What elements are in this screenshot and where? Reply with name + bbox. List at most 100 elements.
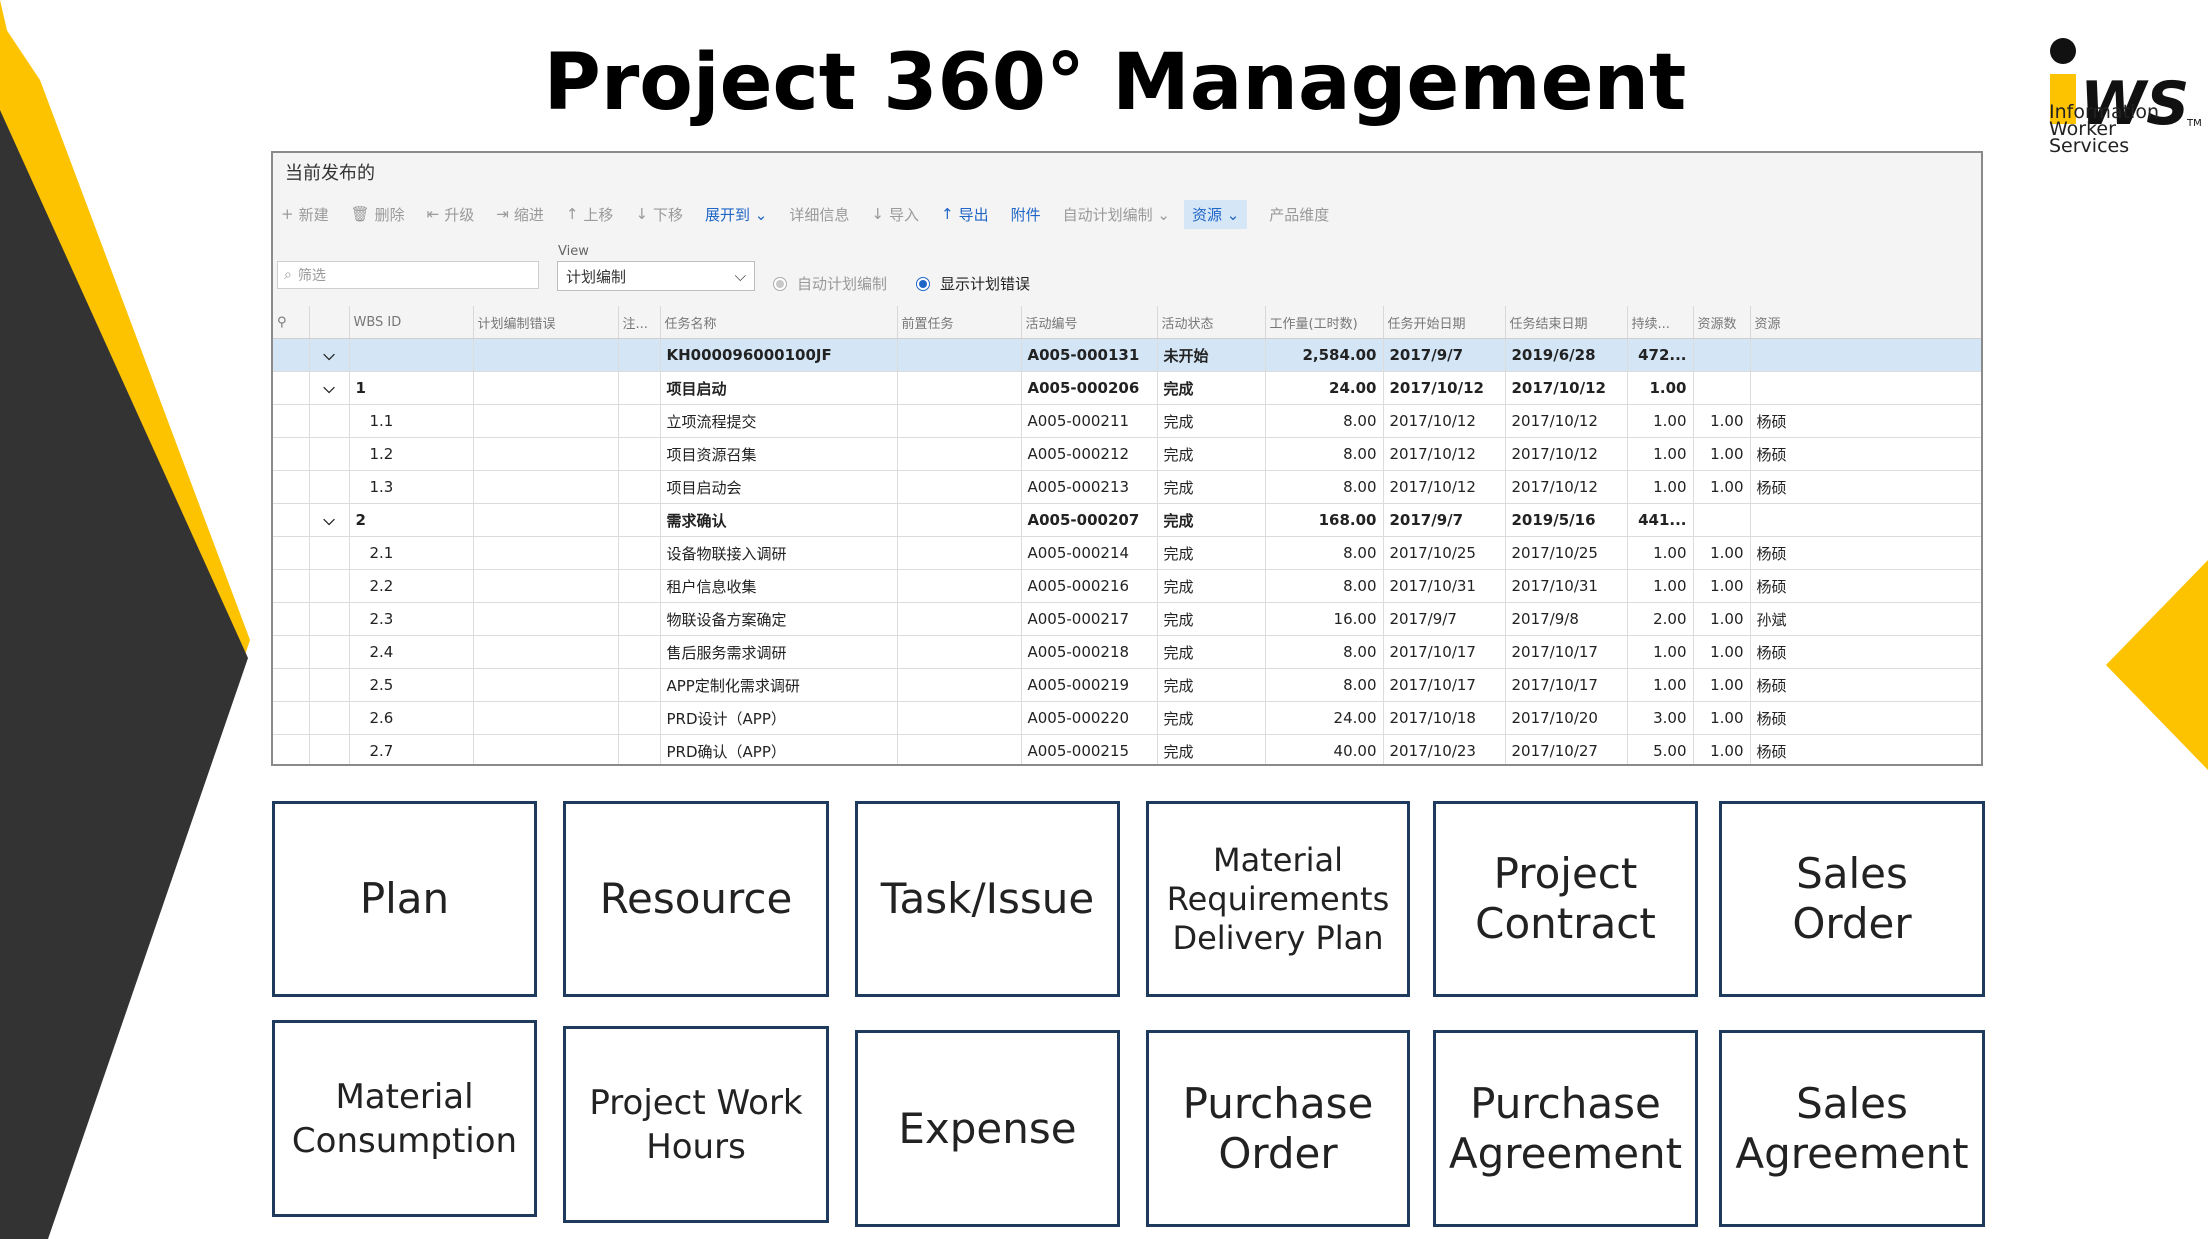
radio-auto-plan-dot — [773, 276, 787, 291]
cell-note — [618, 569, 661, 603]
toolbar-button-label: 升级 — [444, 205, 475, 224]
col-header-effort[interactable]: 工作量(工时数) — [1265, 306, 1384, 339]
cell-duration: 5.00 — [1627, 734, 1694, 764]
col-header-note[interactable]: 注... — [618, 306, 661, 339]
col-header-duration[interactable]: 持续... — [1627, 306, 1694, 339]
col-header-status[interactable]: 活动状态 — [1157, 306, 1266, 339]
table-row[interactable]: 2.5 APP定制化需求调研 A005-000219 完成 8.00 2017/10/17… — [273, 668, 1981, 702]
module-card-plan[interactable]: Plan — [272, 801, 537, 997]
logo-tm: TM — [2186, 118, 2202, 129]
toolbar-button-4[interactable]: ↑ 上移 — [566, 204, 614, 225]
table-row[interactable]: ⌵ 1 项目启动 A005-000206 完成 24.00 2017/10/12 2017/1… — [273, 371, 1981, 405]
expand-toggle — [309, 602, 350, 636]
col-header-expand[interactable] — [309, 306, 350, 339]
row-select-cell — [273, 602, 310, 636]
cell-status: 完成 — [1157, 635, 1266, 669]
module-card-project-work-hours[interactable]: Project Work Hours — [563, 1026, 829, 1223]
toolbar-button-10[interactable]: 附件 — [1011, 204, 1041, 225]
cell-start: 2017/10/31 — [1383, 569, 1506, 603]
filter-placeholder: 筛选 — [297, 268, 326, 284]
table-row[interactable]: 2.3 物联设备方案确定 A005-000217 完成 16.00 2017/9/7 201… — [273, 602, 1981, 636]
module-card-sales-agreement[interactable]: Sales Agreement — [1719, 1030, 1985, 1227]
expand-toggle[interactable]: ⌵ — [309, 503, 350, 537]
cell-task-name: 租户信息收集 — [660, 569, 898, 603]
cell-duration: 3.00 — [1627, 701, 1694, 735]
module-card-task-issue[interactable]: Task/Issue — [855, 801, 1120, 997]
cell-predecessor — [897, 404, 1022, 438]
toolbar-button-11[interactable]: 自动计划编制 ⌄ — [1063, 204, 1170, 225]
table-row[interactable]: 2.7 PRD确认（APP） A005-000215 完成 40.00 2017/10/2… — [273, 734, 1981, 764]
toolbar-button-7[interactable]: 详细信息 — [789, 204, 849, 225]
col-header-start[interactable]: 任务开始日期 — [1383, 306, 1506, 339]
logo-text: Information Worker Services — [2049, 103, 2159, 156]
module-card-project-contract[interactable]: Project Contract — [1433, 801, 1698, 997]
view-select[interactable]: 计划编制 ⌵ — [557, 261, 755, 291]
table-row[interactable]: 2.4 售后服务需求调研 A005-000218 完成 8.00 2017/10/17 20… — [273, 635, 1981, 669]
filter-input[interactable]: ⌕ 筛选 — [277, 261, 539, 289]
grid-header-row: ⚲ WBS ID 计划编制错误 注... 任务名称 前置任务 活动编号 活动状态… — [273, 306, 1981, 339]
trash-icon: 🗑 — [350, 205, 370, 223]
table-row[interactable]: 2.1 设备物联接入调研 A005-000214 完成 8.00 2017/10/25 20… — [273, 536, 1981, 570]
toolbar-button-6[interactable]: 展开到 ⌄ — [705, 204, 767, 225]
module-card-sales-order[interactable]: Sales Order — [1719, 801, 1985, 997]
toolbar-button-9[interactable]: ↑ 导出 — [941, 204, 989, 225]
cell-note — [618, 734, 661, 764]
cell-start: 2017/9/7 — [1383, 602, 1506, 636]
table-row[interactable]: 1.1 立项流程提交 A005-000211 完成 8.00 2017/10/12 2017… — [273, 404, 1981, 438]
module-card-purchase-agreement[interactable]: Purchase Agreement — [1433, 1030, 1698, 1227]
col-header-resource[interactable]: 资源 — [1750, 306, 1981, 339]
module-card-label: Material Consumption — [292, 1075, 517, 1163]
toolbar-button-12[interactable]: 资源 ⌄ — [1183, 199, 1248, 229]
toolbar-button-1[interactable]: 🗑 删除 — [351, 204, 405, 225]
cell-wbs: 2.2 — [349, 569, 474, 603]
cell-wbs: 2.6 — [349, 701, 474, 735]
cell-start: 2017/10/18 — [1383, 701, 1506, 735]
table-row[interactable]: 2.6 PRD设计（APP） A005-000220 完成 24.00 2017/10/1… — [273, 701, 1981, 735]
table-row[interactable]: ⌵ 2 需求确认 A005-000207 完成 168.00 2017/9/7 2019/5/… — [273, 503, 1981, 537]
cell-status: 完成 — [1157, 470, 1266, 504]
cell-resource-count — [1693, 503, 1751, 537]
table-row[interactable]: 1.2 项目资源召集 A005-000212 完成 8.00 2017/10/12 2017… — [273, 437, 1981, 471]
expand-toggle[interactable]: ⌵ — [309, 371, 350, 405]
cell-resource-count — [1693, 338, 1751, 372]
cell-task-name: 设备物联接入调研 — [660, 536, 898, 570]
toolbar-button-2[interactable]: ⇤ 升级 — [427, 204, 475, 225]
table-row[interactable]: 1.3 项目启动会 A005-000213 完成 8.00 2017/10/12 2017/… — [273, 470, 1981, 504]
radio-auto-plan[interactable]: 自动计划编制 — [773, 273, 887, 294]
col-header-icon[interactable]: ⚲ — [273, 306, 310, 339]
col-header-plan-error[interactable]: 计划编制错误 — [473, 306, 619, 339]
module-card-expense[interactable]: Expense — [855, 1030, 1120, 1227]
cell-note — [618, 635, 661, 669]
col-header-wbs[interactable]: WBS ID — [349, 306, 474, 339]
cell-start: 2017/10/17 — [1383, 668, 1506, 702]
toolbar-button-3[interactable]: ⇥ 缩进 — [496, 204, 544, 225]
module-card-material-consumption[interactable]: Material Consumption — [272, 1020, 537, 1217]
table-row[interactable]: 2.2 租户信息收集 A005-000216 完成 8.00 2017/10/31 2017… — [273, 569, 1981, 603]
toolbar-button-5[interactable]: ↓ 下移 — [635, 204, 683, 225]
cell-activity-id: A005-000213 — [1021, 470, 1158, 504]
cell-task-name: 项目启动会 — [660, 470, 898, 504]
cell-end: 2017/10/12 — [1505, 470, 1628, 504]
radio-show-errors-dot — [916, 276, 930, 291]
expand-toggle[interactable]: ⌵ — [309, 338, 350, 372]
cell-effort: 8.00 — [1265, 569, 1384, 603]
toolbar-button-8[interactable]: ↓ 导入 — [871, 204, 919, 225]
col-header-activity-id[interactable]: 活动编号 — [1021, 306, 1158, 339]
cell-activity-id: A005-000214 — [1021, 536, 1158, 570]
toolbar-button-0[interactable]: + 新建 — [281, 204, 329, 225]
table-row[interactable]: ⌵ KH000096000100JF A005-000131 未开始 2,584.00 2… — [273, 338, 1981, 372]
col-header-end[interactable]: 任务结束日期 — [1505, 306, 1628, 339]
cell-predecessor — [897, 569, 1022, 603]
col-header-predecessor[interactable]: 前置任务 — [897, 306, 1022, 339]
module-card-purchase-order[interactable]: Purchase Order — [1146, 1030, 1410, 1227]
radio-show-errors[interactable]: 显示计划错误 — [916, 273, 1030, 294]
module-card-material-requirements[interactable]: Material Requirements Delivery Plan — [1146, 801, 1410, 997]
col-header-resource-count[interactable]: 资源数 — [1693, 306, 1751, 339]
cell-wbs: 2.3 — [349, 602, 474, 636]
col-header-task-name[interactable]: 任务名称 — [660, 306, 898, 339]
toolbar-button-13[interactable]: 产品维度 — [1269, 204, 1329, 225]
cell-resource: 杨硕 — [1750, 470, 1981, 504]
module-card-resource[interactable]: Resource — [563, 801, 829, 997]
module-card-label-line: Hours — [646, 1126, 746, 1167]
module-card-label-line: Plan — [359, 874, 450, 923]
